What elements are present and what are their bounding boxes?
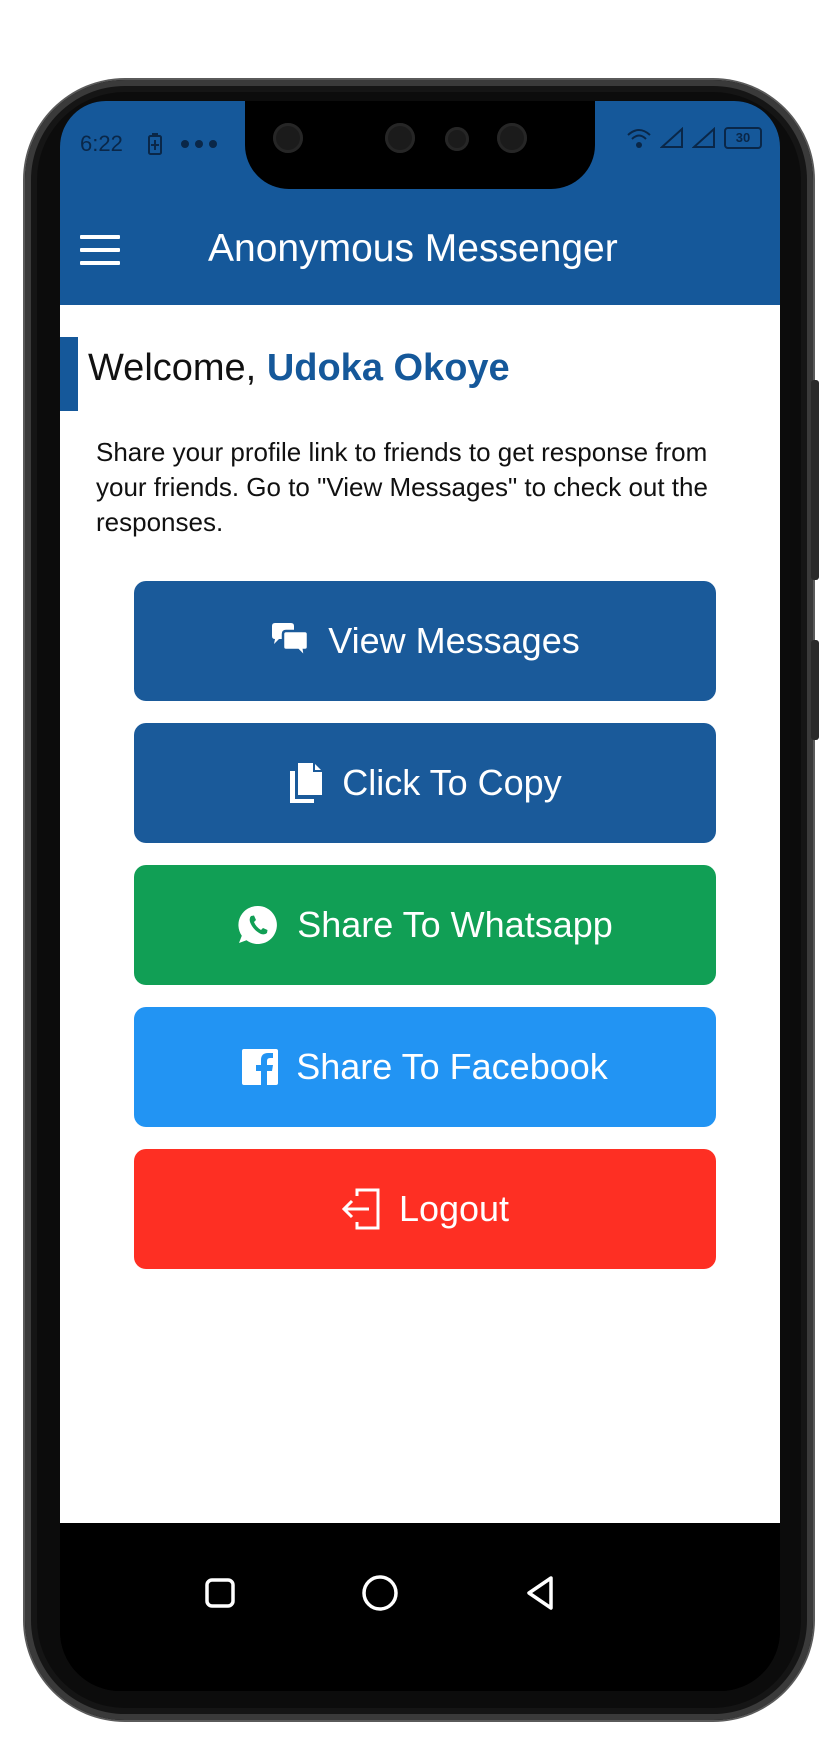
share-facebook-label: Share To Facebook bbox=[296, 1046, 608, 1087]
welcome-prefix: Welcome, bbox=[88, 347, 257, 389]
back-icon[interactable] bbox=[510, 1563, 570, 1623]
power-button bbox=[811, 640, 819, 740]
more-dots-icon bbox=[181, 140, 218, 148]
android-nav-bar bbox=[60, 1523, 780, 1691]
status-icons-left bbox=[148, 131, 218, 157]
wifi-icon bbox=[627, 129, 651, 148]
front-camera bbox=[273, 123, 303, 153]
share-facebook-button[interactable]: Share To Facebook bbox=[134, 1007, 716, 1127]
welcome-accent-bar bbox=[60, 337, 78, 411]
battery-icon: 30 bbox=[724, 127, 762, 149]
app-bar: Anonymous Messenger bbox=[60, 201, 780, 305]
logout-label: Logout bbox=[398, 1188, 510, 1229]
copy-link-button[interactable]: Click To Copy bbox=[134, 723, 716, 843]
instructions-text: Share your profile link to friends to ge… bbox=[96, 437, 708, 537]
battery-charging-icon bbox=[148, 133, 162, 155]
camera-notch bbox=[245, 101, 595, 189]
main-content: Welcome, Udoka Okoye Share your profile … bbox=[60, 305, 780, 1523]
copy-icon bbox=[290, 763, 323, 803]
front-camera-2 bbox=[497, 123, 527, 153]
copy-link-label: Click To Copy bbox=[342, 762, 562, 803]
signal-icon bbox=[660, 127, 683, 148]
hamburger-menu-icon[interactable] bbox=[80, 235, 120, 267]
proximity-sensor bbox=[445, 127, 469, 151]
view-messages-button[interactable]: View Messages bbox=[134, 581, 716, 701]
volume-button bbox=[811, 380, 819, 580]
whatsapp-icon bbox=[238, 905, 278, 944]
signal-icon-2 bbox=[692, 127, 715, 148]
phone-screen: 6:22 30 Anonymous Messenger Welcome, Udo… bbox=[60, 101, 780, 1691]
welcome-heading: Welcome, Udoka Okoye bbox=[88, 347, 510, 390]
face-sensor bbox=[385, 123, 415, 153]
logout-button[interactable]: Logout bbox=[134, 1149, 716, 1269]
user-name: Udoka Okoye bbox=[266, 347, 510, 389]
app-title: Anonymous Messenger bbox=[208, 227, 618, 270]
status-icons-right: 30 bbox=[626, 127, 762, 149]
view-messages-label: View Messages bbox=[328, 620, 580, 661]
status-time: 6:22 bbox=[80, 131, 123, 156]
recent-apps-icon[interactable] bbox=[190, 1563, 250, 1623]
share-whatsapp-label: Share To Whatsapp bbox=[297, 904, 613, 945]
logout-icon bbox=[341, 1188, 380, 1230]
chat-bubbles-icon bbox=[272, 623, 310, 660]
home-icon[interactable] bbox=[350, 1563, 410, 1623]
share-whatsapp-button[interactable]: Share To Whatsapp bbox=[134, 865, 716, 985]
facebook-icon bbox=[242, 1049, 279, 1085]
